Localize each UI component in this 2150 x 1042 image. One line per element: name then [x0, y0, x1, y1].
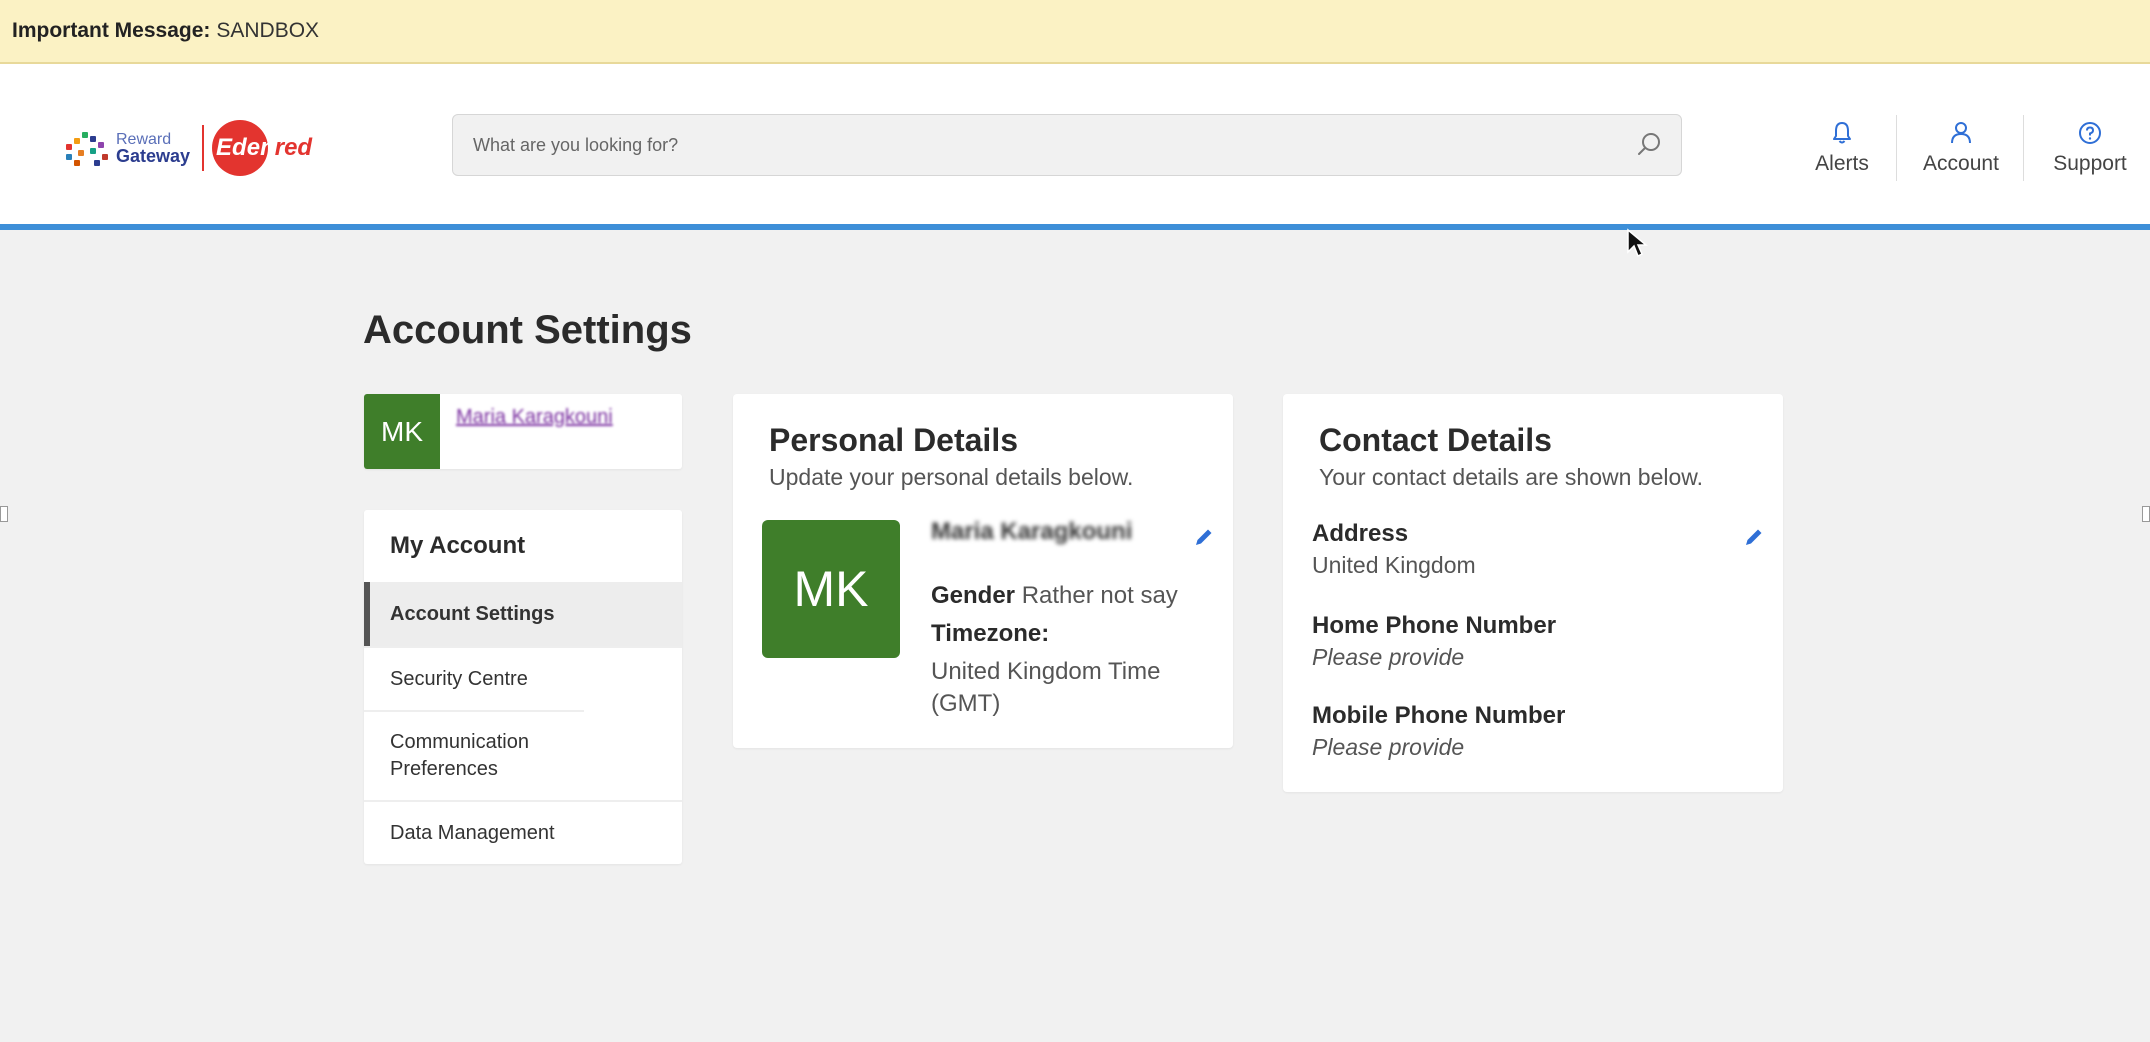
- important-message-banner: Important Message: SANDBOX: [0, 0, 2150, 64]
- header-accent-line: [0, 224, 2150, 230]
- reward-gateway-wordmark: Reward Gateway: [116, 131, 190, 165]
- home-phone-value: Please provide: [1312, 644, 1465, 670]
- timezone-value-2: (GMT): [931, 690, 1001, 717]
- menu-heading: My Account: [390, 532, 526, 559]
- nav-account-label: Account: [1923, 152, 1999, 175]
- window-resize-handle-left[interactable]: [0, 506, 8, 522]
- user-icon: [1951, 122, 1971, 144]
- menu-item-communication-preferences[interactable]: Communication Preferences: [364, 710, 584, 800]
- mobile-phone-value: Please provide: [1312, 734, 1465, 760]
- window-resize-handle-right[interactable]: [2142, 506, 2150, 522]
- contact-details-card: Contact Details Your contact details are…: [1283, 394, 1783, 792]
- nav-support-label: Support: [2053, 152, 2127, 175]
- search-bar: [452, 114, 1682, 176]
- personal-name: Maria Karagkouni: [931, 518, 1133, 545]
- site-header: Reward Gateway Edenred Alerts: [0, 64, 2150, 226]
- mouse-cursor-icon: [1627, 228, 1648, 258]
- personal-details-subtitle: Update your personal details below.: [769, 464, 1134, 490]
- gender-row: Gender Rather not say: [931, 582, 1178, 610]
- logo-line-2: Gateway: [116, 146, 191, 166]
- search-icon[interactable]: [1635, 131, 1663, 159]
- edenred-text-a: Eden: [216, 134, 275, 161]
- reward-gateway-logo-icon: [64, 130, 110, 166]
- nav-support[interactable]: Support: [2038, 112, 2142, 184]
- nav-separator: [1896, 115, 1897, 181]
- account-menu: My Account Account Settings Security Cen…: [364, 510, 682, 864]
- menu-item-account-settings[interactable]: Account Settings: [364, 582, 682, 646]
- nav-alerts[interactable]: Alerts: [1800, 112, 1884, 184]
- personal-details-card: Personal Details Update your personal de…: [733, 394, 1233, 748]
- contact-details-title: Contact Details: [1319, 422, 1552, 458]
- contact-details-subtitle: Your contact details are shown below.: [1319, 464, 1704, 490]
- timezone-value-1: United Kingdom Time: [931, 658, 1161, 685]
- banner-text: SANDBOX: [216, 19, 320, 42]
- reward-gateway-edenred-logo[interactable]: Reward Gateway Eden red: [64, 118, 312, 178]
- nav-account[interactable]: Account: [1911, 112, 2011, 184]
- page-title: Account Settings: [363, 308, 692, 352]
- logo-divider: [202, 125, 205, 171]
- address-value: United Kingdom: [1312, 552, 1476, 578]
- edenred-text-b: red: [274, 134, 313, 161]
- menu-item-data-management[interactable]: Data Management: [364, 800, 682, 864]
- gender-label: Gender: [931, 582, 1016, 609]
- personal-details-title: Personal Details: [769, 422, 1018, 458]
- search-input[interactable]: [471, 133, 1621, 157]
- personal-avatar: MK: [762, 520, 900, 658]
- user-summary-card: MK Maria Karagkouni: [364, 394, 682, 469]
- avatar: MK: [364, 394, 440, 469]
- gender-value: Rather not say: [1021, 582, 1178, 609]
- banner-label: Important Message:: [12, 19, 211, 42]
- mobile-phone-label: Mobile Phone Number: [1312, 702, 1566, 729]
- header-nav: Alerts Account Support: [1800, 112, 2142, 192]
- timezone-label: Timezone:: [931, 620, 1050, 647]
- edit-personal-details-icon[interactable]: [1193, 526, 1215, 548]
- user-name-link[interactable]: Maria Karagkouni: [456, 406, 613, 429]
- nav-alerts-label: Alerts: [1815, 152, 1869, 175]
- timezone-row: Timezone:: [931, 620, 1049, 648]
- help-circle-icon: [2079, 122, 2101, 144]
- menu-item-security-centre[interactable]: Security Centre: [364, 646, 682, 710]
- home-phone-label: Home Phone Number: [1312, 612, 1557, 639]
- address-label: Address: [1312, 520, 1409, 547]
- edenred-logo: Eden red: [212, 120, 313, 176]
- bell-icon: [1833, 122, 1851, 144]
- nav-separator: [2023, 115, 2024, 181]
- edit-contact-details-icon[interactable]: [1743, 526, 1765, 548]
